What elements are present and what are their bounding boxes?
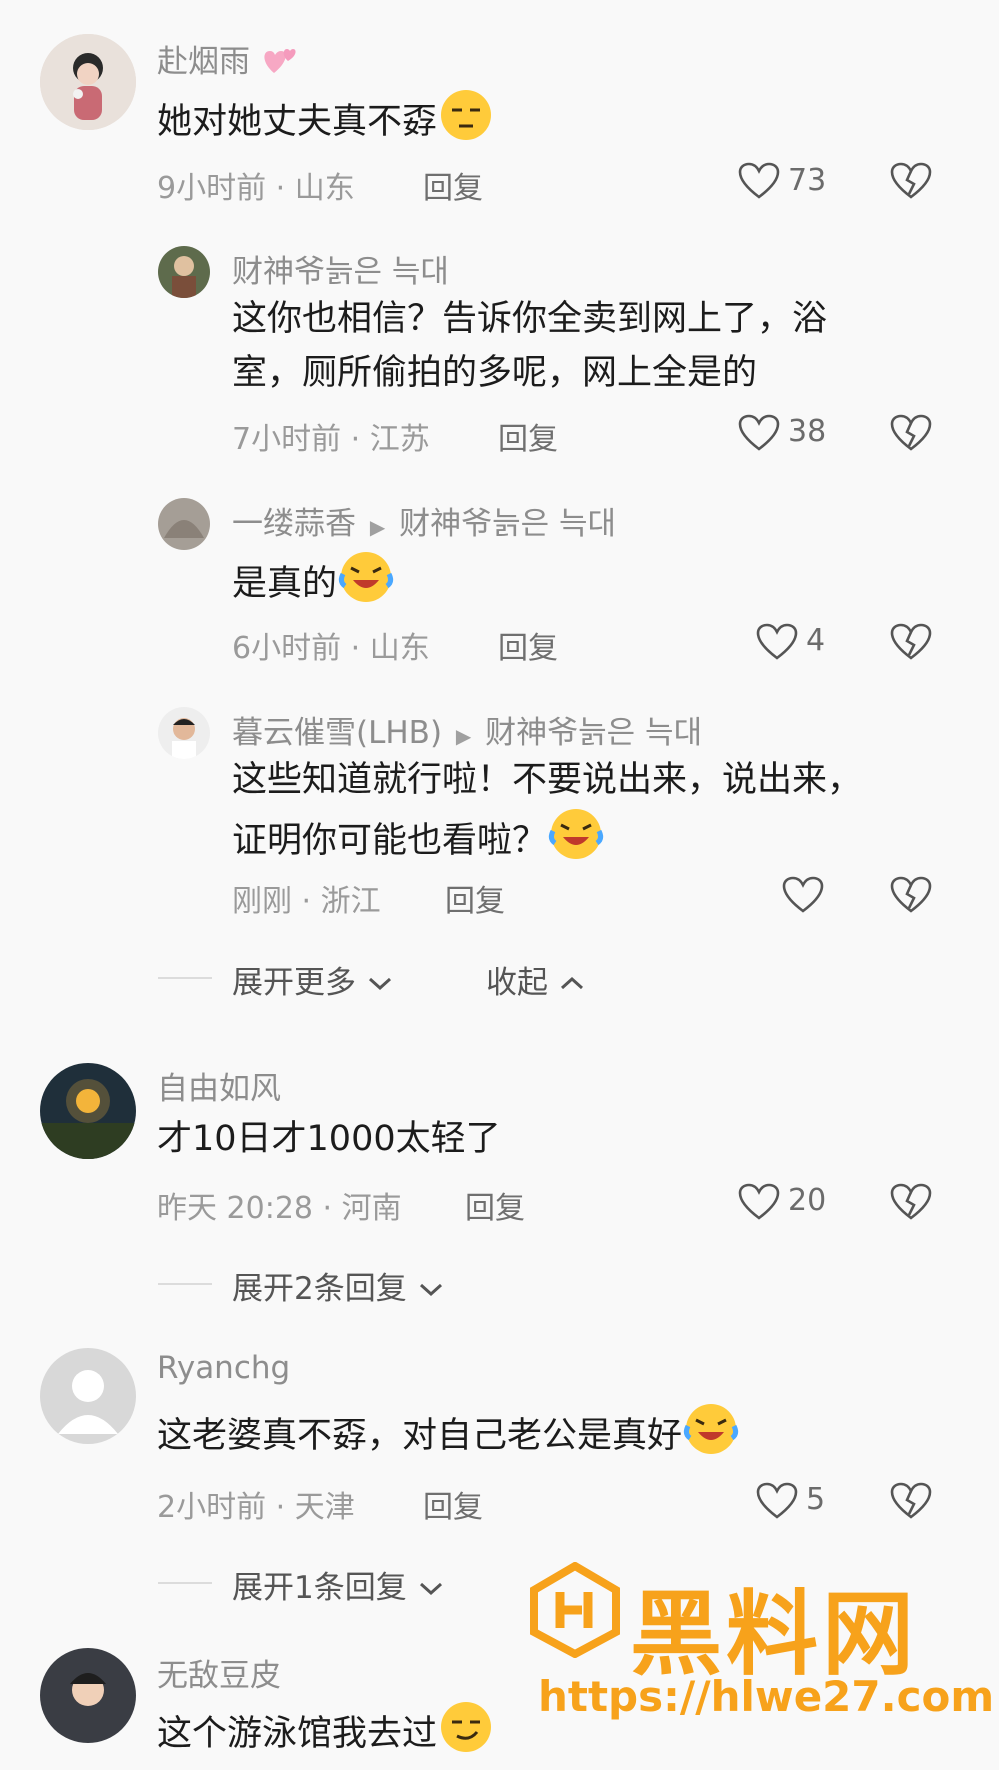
like-count: 38	[788, 414, 827, 449]
divider	[158, 977, 212, 979]
reply-target[interactable]: 财神爷늙은 늑대	[399, 506, 616, 542]
avatar-image	[40, 1648, 136, 1743]
expand-replies-button[interactable]: 展开2条回复	[232, 1263, 445, 1308]
hearts-emoji	[260, 43, 300, 85]
reply-text: 这你也相信？告诉你全卖到网上了，浴 室，厕所偷拍的多呢，网上全是的	[232, 299, 828, 393]
reply-author[interactable]: 一缕蒜香 ▶ 财神爷늙은 늑대	[232, 498, 616, 543]
chevron-down-icon	[417, 1271, 445, 1307]
reply-button[interactable]: 回复	[465, 1183, 525, 1227]
like-icon[interactable]	[738, 162, 780, 204]
crying-laughing-emoji	[682, 1402, 740, 1472]
reply-button[interactable]: 回复	[423, 163, 483, 207]
avatar[interactable]	[40, 1348, 136, 1444]
dislike-icon[interactable]	[890, 414, 932, 456]
avatar[interactable]	[40, 34, 136, 130]
crying-laughing-emoji	[337, 550, 395, 620]
watermark-logo	[530, 1561, 620, 1662]
reply-button[interactable]: 回复	[445, 876, 505, 920]
comment-author[interactable]: 无敌豆皮	[157, 1650, 281, 1695]
crying-laughing-emoji	[547, 807, 605, 877]
dislike-icon[interactable]	[890, 162, 932, 204]
comment-author[interactable]: 自由如风	[157, 1063, 281, 1108]
avatar[interactable]	[158, 246, 210, 298]
avatar[interactable]	[40, 1063, 136, 1159]
reply-meta: 6小时前 · 山东	[232, 631, 430, 666]
comment-text: 她对她丈夫真不孬	[157, 88, 495, 158]
reply-button[interactable]: 回复	[423, 1482, 483, 1526]
chevron-up-icon	[558, 965, 586, 1001]
chevron-down-icon	[417, 1570, 445, 1606]
reply-button[interactable]: 回复	[498, 414, 558, 458]
reply-author[interactable]: 财神爷늙은 늑대	[232, 246, 449, 291]
comment-meta: 2小时前 · 天津	[157, 1490, 355, 1525]
avatar-image	[158, 246, 210, 298]
avatar[interactable]	[40, 1648, 136, 1743]
collapse-button[interactable]: 收起	[486, 957, 586, 1002]
smirk-emoji	[437, 1700, 495, 1770]
dislike-icon[interactable]	[890, 876, 932, 918]
like-icon[interactable]	[756, 1482, 798, 1524]
divider	[158, 1283, 212, 1285]
comment-meta: 9小时前 · 山东	[157, 171, 355, 206]
expand-replies-button[interactable]: 展开1条回复	[232, 1562, 445, 1607]
comment-text: 才10日才1000太轻了	[157, 1119, 501, 1159]
like-count: 73	[788, 163, 827, 198]
avatar[interactable]	[158, 707, 210, 759]
reply-button[interactable]: 回复	[498, 623, 558, 667]
comment-text: 这老婆真不孬，对自己老公是真好	[157, 1402, 740, 1472]
like-count: 5	[806, 1482, 826, 1517]
reply-target[interactable]: 财神爷늙은 늑대	[485, 715, 702, 751]
like-count: 20	[788, 1183, 827, 1218]
default-avatar-icon	[40, 1348, 136, 1444]
avatar[interactable]	[158, 498, 210, 550]
reply-text: 是真的	[232, 550, 395, 620]
avatar-image	[40, 1063, 136, 1159]
reply-text: 这些知道就行啦！不要说出来，说出来， 证明你可能也看啦？	[232, 753, 862, 877]
like-icon[interactable]	[738, 414, 780, 456]
watermark-url[interactable]: https://hlwe27.com	[538, 1672, 994, 1721]
reply-author[interactable]: 暮云催雪(LHB) ▶ 财神爷늙은 늑대	[232, 707, 702, 752]
dislike-icon[interactable]	[890, 1482, 932, 1524]
chevron-down-icon	[366, 965, 394, 1001]
unamused-emoji	[437, 88, 495, 158]
dislike-icon[interactable]	[890, 623, 932, 665]
avatar-image	[158, 707, 210, 759]
arrow-right-icon: ▶	[455, 724, 472, 748]
comment-text: 这个游泳馆我去过	[157, 1700, 495, 1770]
expand-more-button[interactable]: 展开更多	[232, 957, 394, 1002]
arrow-right-icon: ▶	[369, 515, 386, 539]
dislike-icon[interactable]	[890, 1183, 932, 1225]
comment-author[interactable]: 赴烟雨	[157, 36, 300, 85]
reply-meta: 7小时前 · 江苏	[232, 422, 430, 457]
avatar-image	[40, 34, 136, 130]
like-icon[interactable]	[782, 876, 824, 918]
comment-author[interactable]: Ryanchg	[157, 1350, 290, 1386]
comment-meta: 昨天 20:28 · 河南	[157, 1191, 402, 1226]
like-count: 4	[806, 623, 826, 658]
like-icon[interactable]	[738, 1183, 780, 1225]
reply-meta: 刚刚 · 浙江	[232, 884, 381, 919]
avatar-image	[158, 498, 210, 550]
like-icon[interactable]	[756, 623, 798, 665]
divider	[158, 1582, 212, 1584]
